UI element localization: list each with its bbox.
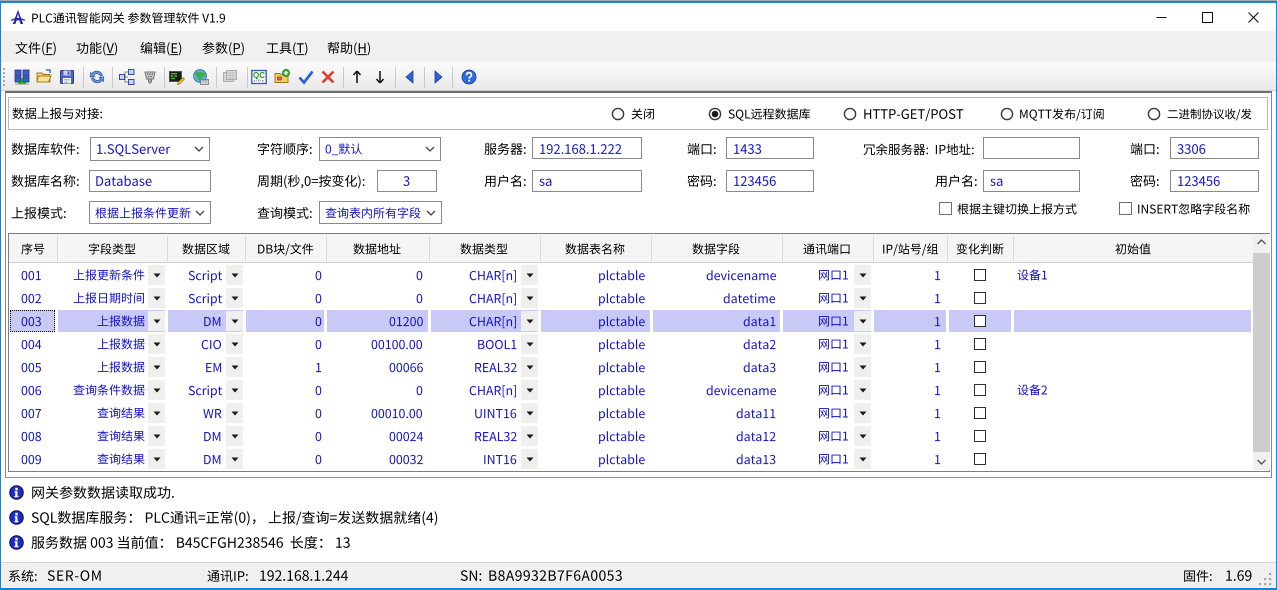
- svg-text:QC: QC: [253, 71, 265, 80]
